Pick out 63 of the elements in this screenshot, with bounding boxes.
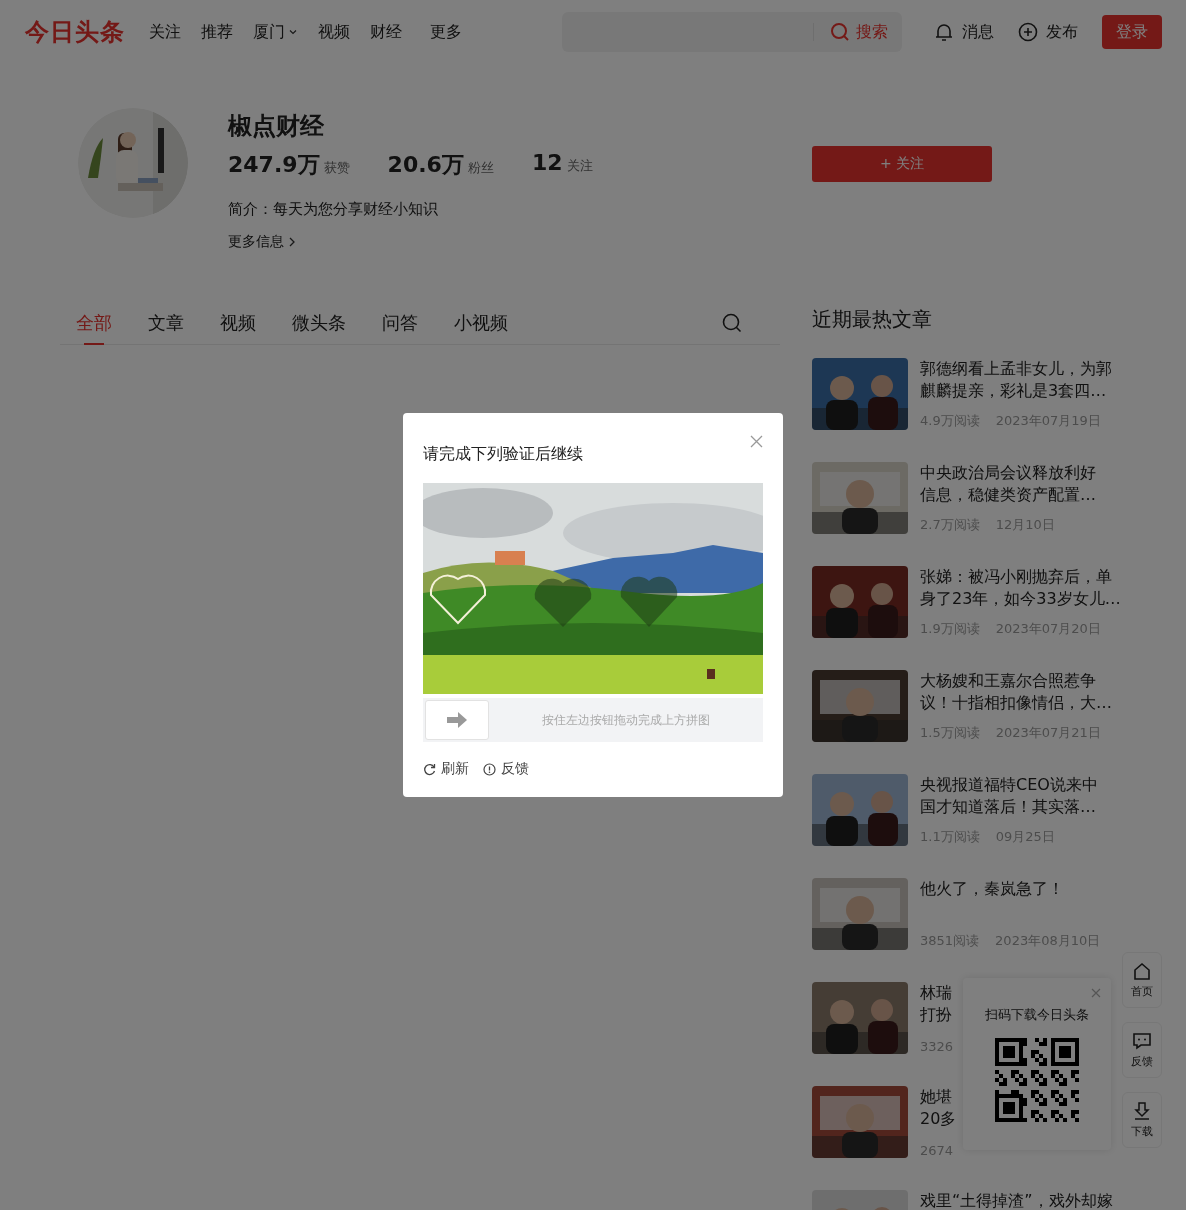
- search-icon[interactable]: [722, 313, 742, 333]
- chevron-right-icon: [288, 237, 296, 247]
- stat-value: 20.6万: [387, 151, 464, 179]
- stat-label: 关注: [566, 157, 593, 175]
- home-icon: [1132, 961, 1152, 981]
- messages-link[interactable]: 消息: [934, 21, 994, 43]
- tab[interactable]: 视频: [220, 302, 256, 344]
- login-button[interactable]: 登录: [1102, 15, 1162, 49]
- article-title[interactable]: 张娣：被冯小刚抛弃后，单 身了23年，如今33岁女儿…: [920, 566, 1121, 610]
- qr-code-icon: [995, 1038, 1079, 1122]
- search-button[interactable]: 搜索: [830, 21, 902, 43]
- nav-link[interactable]: 财经: [370, 21, 402, 43]
- nav-link[interactable]: 推荐: [201, 21, 233, 43]
- tab[interactable]: 全部: [76, 302, 112, 344]
- stat-value: 12: [531, 150, 563, 175]
- dialog-title: 请完成下列验证后继续: [423, 443, 584, 465]
- more-info-link[interactable]: 更多信息: [228, 233, 296, 251]
- tab[interactable]: 问答: [382, 302, 418, 344]
- profile-name: 椒点财经: [228, 111, 325, 142]
- arrow-right-icon: [446, 711, 468, 729]
- bell-icon: [934, 22, 954, 42]
- refresh-icon: [423, 762, 436, 776]
- stat-label: 粉丝: [467, 159, 494, 177]
- tab[interactable]: 小视频: [454, 302, 508, 344]
- search-icon: [830, 22, 850, 42]
- follow-button[interactable]: + 关注: [812, 146, 992, 182]
- chat-icon: [1132, 1031, 1152, 1051]
- nav-link[interactable]: 关注: [149, 21, 181, 43]
- logo[interactable]: 今日头条: [25, 16, 125, 48]
- tab[interactable]: 微头条: [292, 302, 346, 344]
- side-button[interactable]: 反馈: [1122, 1022, 1162, 1078]
- side-button[interactable]: 首页: [1122, 952, 1162, 1008]
- article-title[interactable]: 她堪 20多: [920, 1086, 957, 1130]
- puzzle-slot: [620, 576, 678, 627]
- nav-link[interactable]: 更多: [430, 21, 462, 43]
- stat-label: 获赞: [323, 159, 350, 177]
- qr-title: 扫码下载今日头条: [985, 1006, 1089, 1024]
- nav-link[interactable]: 厦门: [253, 21, 298, 43]
- article-title[interactable]: 大杨嫂和王嘉尔合照惹争 议！十指相扣像情侣，大…: [920, 670, 1112, 714]
- side-button[interactable]: 下载: [1122, 1092, 1162, 1148]
- article-title[interactable]: 郭德纲看上孟非女儿，为郭 麒麟提亲，彩礼是3套四…: [920, 358, 1112, 402]
- slider-handle[interactable]: [425, 700, 489, 740]
- download-icon: [1132, 1101, 1152, 1121]
- search-field[interactable]: 搜索: [562, 12, 902, 52]
- section-heading: 近期最热文章: [812, 306, 933, 333]
- article-title[interactable]: 林瑞 打扮: [920, 982, 954, 1026]
- close-icon[interactable]: [1091, 988, 1101, 998]
- refresh-link[interactable]: 刷新: [423, 760, 469, 778]
- feedback-link[interactable]: 反馈: [483, 760, 529, 778]
- puzzle-slot: [534, 578, 592, 627]
- nav-link[interactable]: 视频: [318, 21, 350, 43]
- close-icon[interactable]: [750, 435, 763, 448]
- info-icon: [483, 762, 496, 776]
- article-title[interactable]: 戏里“土得掉渣”，戏外却嫁: [920, 1190, 1113, 1210]
- puzzle-piece[interactable]: [429, 574, 487, 624]
- article-title[interactable]: 央视报道福特CEO说来中 国才知道落后！其实落…: [920, 774, 1098, 818]
- profile-intro: 简介：每天为您分享财经小知识: [228, 200, 439, 219]
- stat-value: 247.9万: [228, 151, 320, 179]
- tab[interactable]: 文章: [148, 302, 184, 344]
- plus-circle-icon: [1018, 22, 1038, 42]
- publish-link[interactable]: 发布: [1018, 21, 1078, 43]
- article-title[interactable]: 中央政治局会议释放利好 信息，稳健类资产配置…: [920, 462, 1096, 506]
- article-title[interactable]: 他火了，秦岚急了！: [920, 878, 1101, 900]
